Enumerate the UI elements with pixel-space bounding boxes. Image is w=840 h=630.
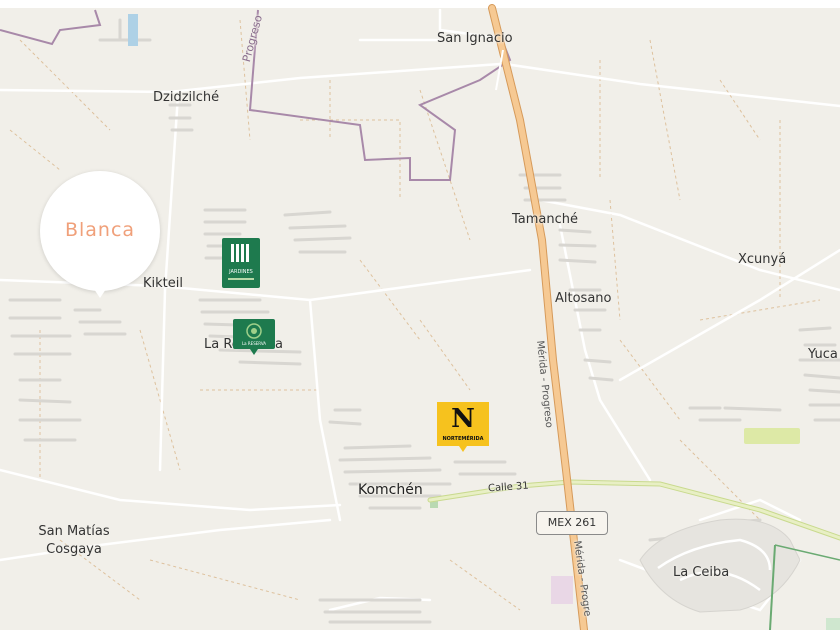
place-label-xcunya: Xcunyá [738,252,787,267]
place-label-la-ceiba: La Ceiba [673,565,730,580]
place-label-altosano: Altosano [555,291,612,306]
blanca-label: Blanca [64,219,136,241]
place-label-yuca: Yuca [808,347,838,362]
blanca-location-pin[interactable]: Blanca [40,171,160,291]
reserva-label: La RESERVA [241,341,267,346]
place-label-komchen: Komchén [358,482,423,498]
jardines-label: JARDINES [229,269,253,275]
map-base [0,0,840,630]
highway-shield-mex-261: MEX 261 [536,511,608,535]
place-label-a: a [275,337,283,352]
place-label-kikteil: Kikteil [143,276,183,291]
place-label-dzidzilche: Dzidzilché [153,90,220,105]
jardines-marker[interactable]: JARDINES [222,238,260,288]
reserva-marker[interactable]: La RESERVA [233,319,275,355]
place-label-tamanche: Tamanché [512,212,579,227]
nortemerida-letter: N [451,404,475,434]
place-label-san-matias-cosgaya: San Matías Cosgaya [38,524,110,557]
map-canvas[interactable]: San Ignacio Dzidzilché Tamanché Xcunyá K… [0,0,840,630]
jardines-logo-icon [222,238,260,288]
place-label-san-ignacio: San Ignacio [437,31,513,46]
nortemerida-marker[interactable]: N NORTEMÉRIDA [437,402,489,452]
blanca-pin-tail [92,286,108,298]
nortemerida-label: NORTEMÉRIDA [442,436,484,442]
reserva-logo-icon [233,319,275,355]
